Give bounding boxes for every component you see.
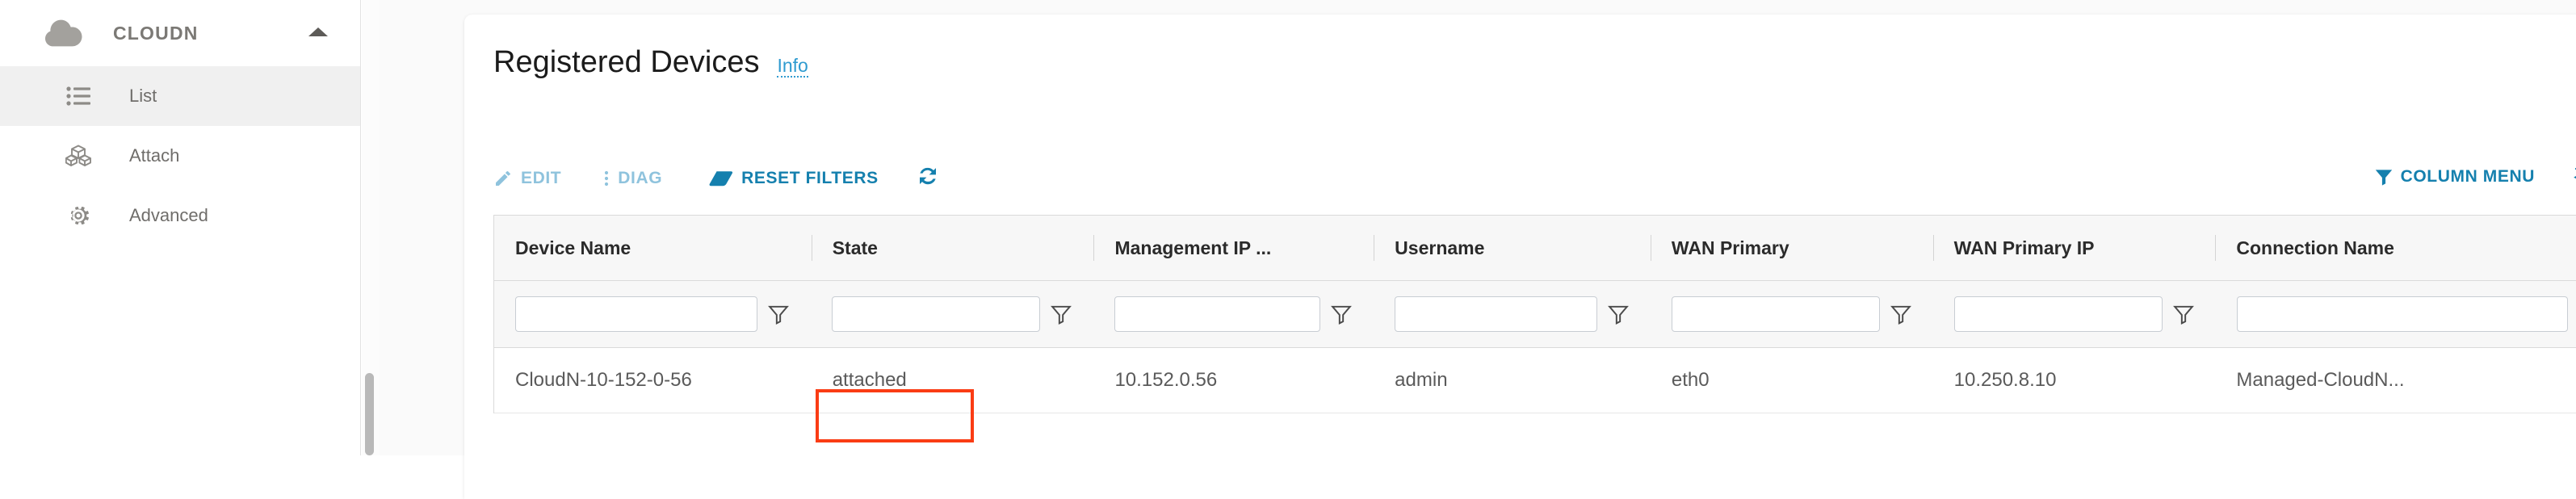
column-header-connection-name[interactable]: Connection Name (2215, 216, 2576, 280)
table-filter-row (494, 281, 2576, 348)
filter-input-management-ip[interactable] (1114, 296, 1321, 332)
cell-wan-primary-ip: 10.250.8.10 (1953, 369, 2057, 391)
sidebar-brand-label: CLOUDN (113, 22, 199, 44)
edit-button[interactable]: EDIT (493, 169, 561, 188)
refresh-button[interactable] (916, 164, 940, 192)
vertical-dots-icon (603, 169, 610, 188)
column-header-state[interactable]: State (811, 216, 1094, 280)
eraser-icon (709, 169, 733, 188)
page-title-row: Registered Devices Info (493, 45, 808, 80)
sidebar: CLOUDN List Attach Advanced (0, 0, 361, 455)
reset-filters-label: RESET FILTERS (741, 168, 879, 187)
table-row[interactable]: CloudN-10-152-0-56 attached 10.152.0.56 … (494, 348, 2576, 413)
funnel-solid-icon-connection-name[interactable] (2568, 304, 2576, 325)
sidebar-item-list[interactable]: List (0, 66, 360, 126)
toolbar-right-group: COLUMN MENU (2375, 164, 2576, 189)
cubes-icon (65, 144, 92, 168)
filter-input-state[interactable] (832, 296, 1041, 332)
funnel-outline-icon-username[interactable] (1597, 304, 1639, 325)
filter-input-device-name[interactable] (515, 296, 758, 332)
table-toolbar: EDIT DIAG RESET FILTERS COLUMN MENU (493, 164, 2576, 199)
column-menu-button[interactable]: COLUMN MENU (2375, 167, 2535, 187)
filter-cell-wan-primary-ip (1933, 281, 2216, 347)
cell-wan-primary: eth0 (1671, 369, 1710, 391)
filter-input-connection-name[interactable] (2237, 296, 2568, 332)
sidebar-item-attach[interactable]: Attach (0, 126, 360, 186)
workspace: Registered Devices Info EDIT DIAG RESET … (380, 0, 2576, 499)
sidebar-item-label-list: List (129, 86, 157, 106)
list-icon (65, 84, 92, 108)
filter-cell-state (811, 281, 1093, 347)
toolbar-left-group: EDIT DIAG RESET FILTERS (493, 164, 940, 192)
cell-management-ip: 10.152.0.56 (1114, 369, 1218, 391)
column-header-username[interactable]: Username (1374, 216, 1651, 280)
cell-connection-name: Managed-CloudN... (2236, 369, 2405, 391)
column-menu-label: COLUMN MENU (2400, 166, 2535, 186)
column-header-wan-primary[interactable]: WAN Primary (1650, 216, 1933, 280)
cell-state: attached (832, 369, 907, 391)
chevron-up-icon[interactable] (308, 27, 328, 36)
column-header-wan-primary-ip[interactable]: WAN Primary IP (1932, 216, 2216, 280)
cell-device-name: CloudN-10-152-0-56 (515, 369, 692, 391)
cell-username: admin (1395, 369, 1448, 391)
filter-input-username[interactable] (1395, 296, 1598, 332)
column-header-management-ip[interactable]: Management IP ... (1093, 216, 1374, 280)
funnel-outline-icon-management-ip[interactable] (1320, 304, 1362, 325)
filter-cell-wan-primary (1651, 281, 1933, 347)
gear-icon (65, 203, 92, 228)
page-scrollbar-thumb[interactable] (365, 373, 374, 455)
info-link[interactable]: Info (777, 55, 808, 78)
column-header-device-name[interactable]: Device Name (494, 216, 812, 280)
content-card: Registered Devices Info EDIT DIAG RESET … (464, 15, 2576, 499)
edit-button-label: EDIT (521, 168, 562, 187)
funnel-outline-icon-device-name[interactable] (757, 304, 799, 325)
refresh-icon (916, 164, 940, 192)
filter-cell-management-ip (1093, 281, 1374, 347)
sidebar-item-label-attach: Attach (129, 145, 180, 166)
funnel-outline-icon-wan-primary[interactable] (1880, 304, 1922, 325)
funnel-outline-icon-state[interactable] (1040, 304, 1082, 325)
devices-table: Device Name State Management IP ... User… (493, 215, 2576, 413)
diag-button-label: DIAG (618, 168, 663, 187)
table-header-row: Device Name State Management IP ... User… (494, 216, 2576, 281)
filter-cell-device-name (494, 281, 811, 347)
sidebar-brand[interactable]: CLOUDN (0, 0, 360, 66)
filter-cell-username (1374, 281, 1651, 347)
funnel-outline-icon-wan-primary-ip[interactable] (2163, 304, 2205, 325)
filter-input-wan-primary-ip[interactable] (1954, 296, 2163, 332)
pencil-icon (493, 169, 513, 188)
reset-filters-button[interactable]: RESET FILTERS (709, 169, 879, 188)
filter-cell-connection-name (2216, 281, 2576, 347)
filter-input-wan-primary[interactable] (1672, 296, 1881, 332)
funnel-icon (2375, 168, 2393, 186)
sidebar-item-advanced[interactable]: Advanced (0, 186, 360, 245)
diag-button[interactable]: DIAG (603, 169, 662, 188)
cloud-icon (45, 19, 82, 47)
sidebar-item-label-advanced: Advanced (129, 205, 208, 225)
page-title: Registered Devices (493, 45, 760, 79)
